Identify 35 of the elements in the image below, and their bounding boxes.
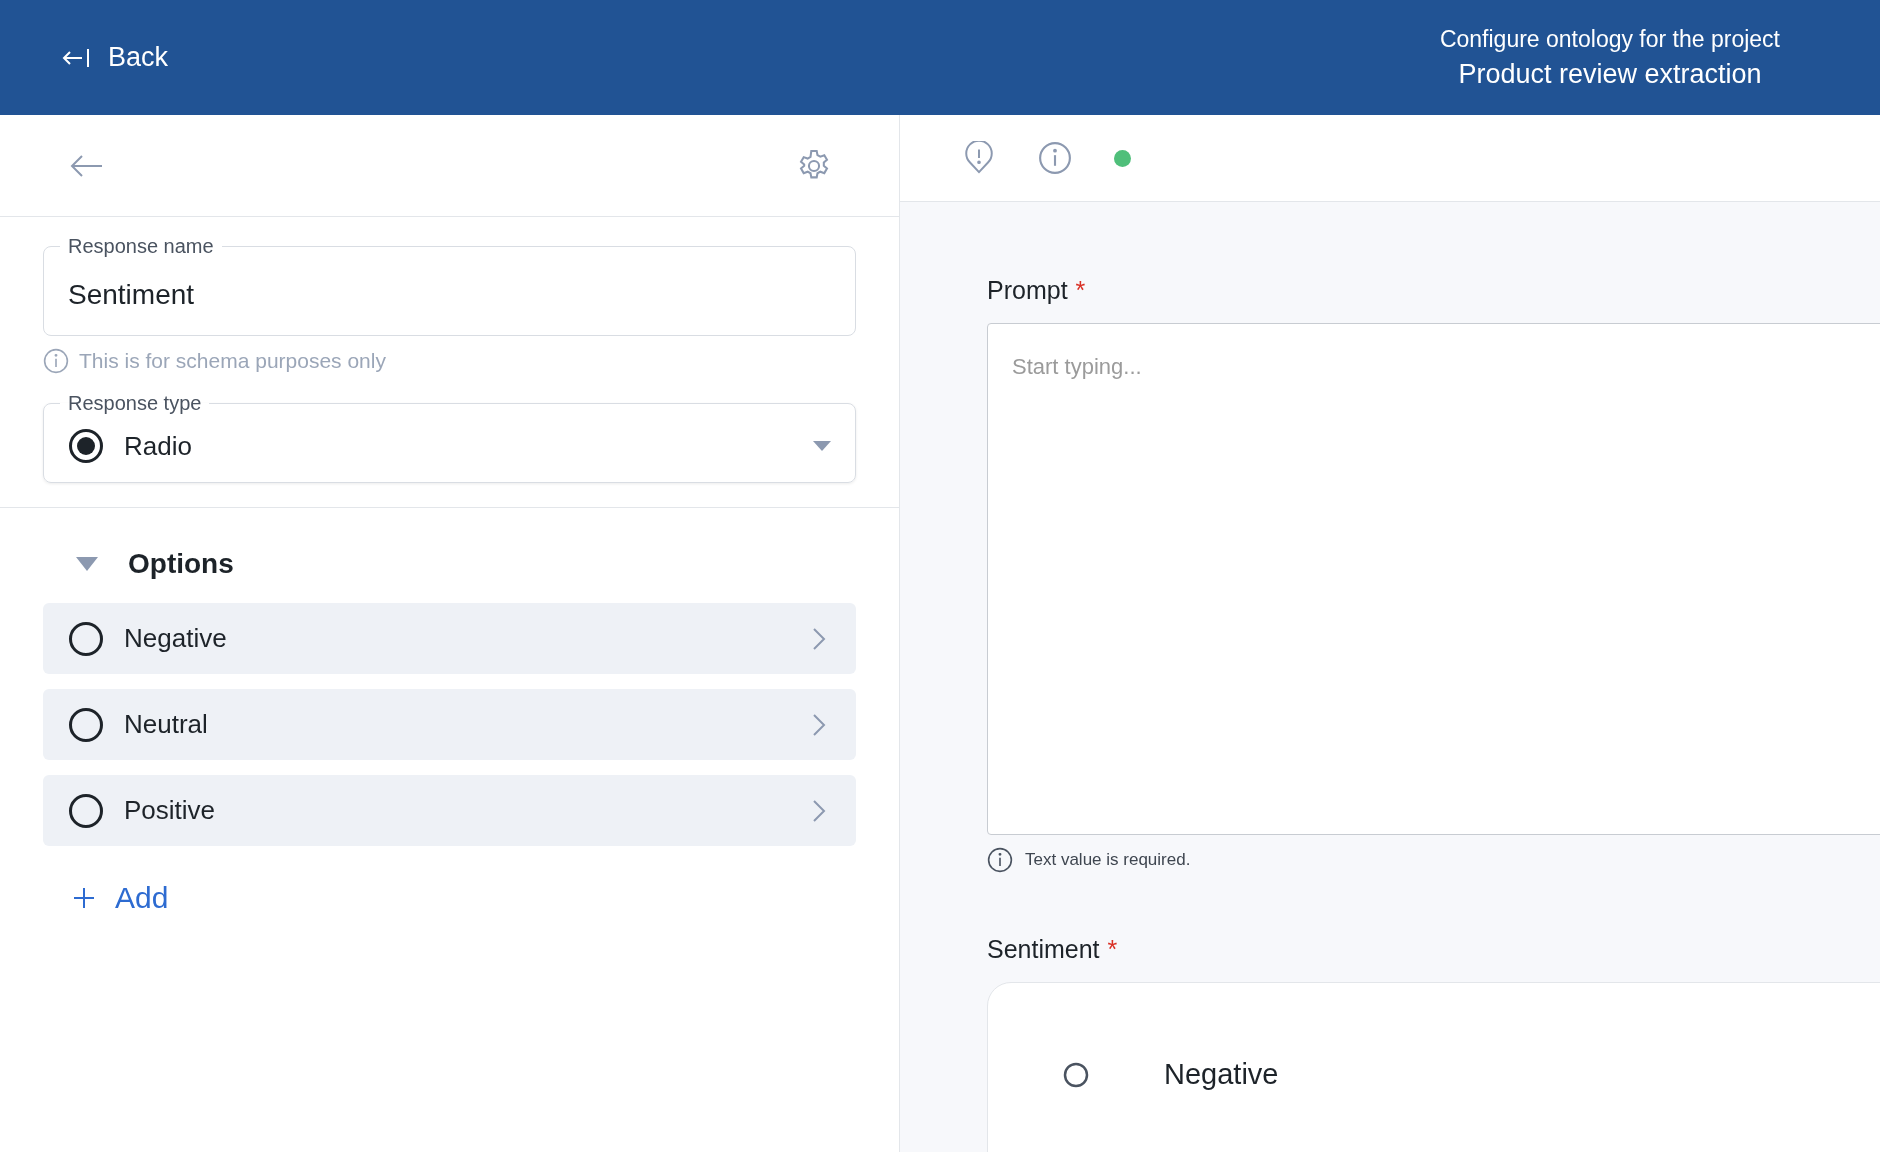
info-icon bbox=[1038, 141, 1072, 175]
pin-alert-icon[interactable] bbox=[962, 141, 996, 175]
radio-icon bbox=[68, 706, 104, 743]
add-option-link[interactable]: Add bbox=[73, 881, 169, 915]
field-hint: This is for schema purposes only bbox=[79, 349, 386, 373]
field-label: Response name bbox=[67, 235, 215, 258]
caret-icon bbox=[813, 441, 831, 451]
back-button[interactable]: Back bbox=[62, 42, 169, 73]
radio-icon bbox=[68, 792, 104, 829]
page-subtitle: Configure ontology for the project bbox=[1439, 25, 1780, 53]
chevron-right-icon bbox=[812, 798, 826, 823]
validation-message: Text value is required. bbox=[1025, 850, 1191, 870]
required-asterisk: * bbox=[1107, 935, 1118, 964]
radio-icon bbox=[68, 620, 104, 657]
radio-option[interactable]: Negative bbox=[1063, 1058, 1279, 1091]
option-row[interactable]: Neutral bbox=[43, 689, 856, 760]
radio-icon bbox=[68, 428, 104, 464]
option-row[interactable]: Positive bbox=[43, 775, 856, 846]
plus-icon bbox=[73, 887, 95, 909]
collapse-toggle[interactable] bbox=[76, 557, 98, 571]
project-title: Product review extraction bbox=[1458, 58, 1762, 90]
chevron-right-icon bbox=[812, 712, 826, 737]
field-label: Prompt bbox=[987, 276, 1068, 305]
field-label: Sentiment bbox=[987, 935, 1100, 964]
option-row[interactable]: Negative bbox=[43, 603, 856, 674]
required-asterisk: * bbox=[1075, 276, 1086, 305]
text-input[interactable]: Sentiment bbox=[68, 270, 831, 320]
section-title: Options bbox=[128, 548, 234, 580]
chevron-right-icon bbox=[812, 626, 826, 651]
field-label: Response type bbox=[67, 392, 203, 415]
status-dot bbox=[1114, 149, 1131, 167]
prompt-text-area[interactable]: Start typing... bbox=[987, 323, 1880, 835]
info-icon bbox=[987, 847, 1013, 873]
radio-button[interactable] bbox=[1063, 1061, 1089, 1088]
info-icon bbox=[43, 348, 69, 374]
